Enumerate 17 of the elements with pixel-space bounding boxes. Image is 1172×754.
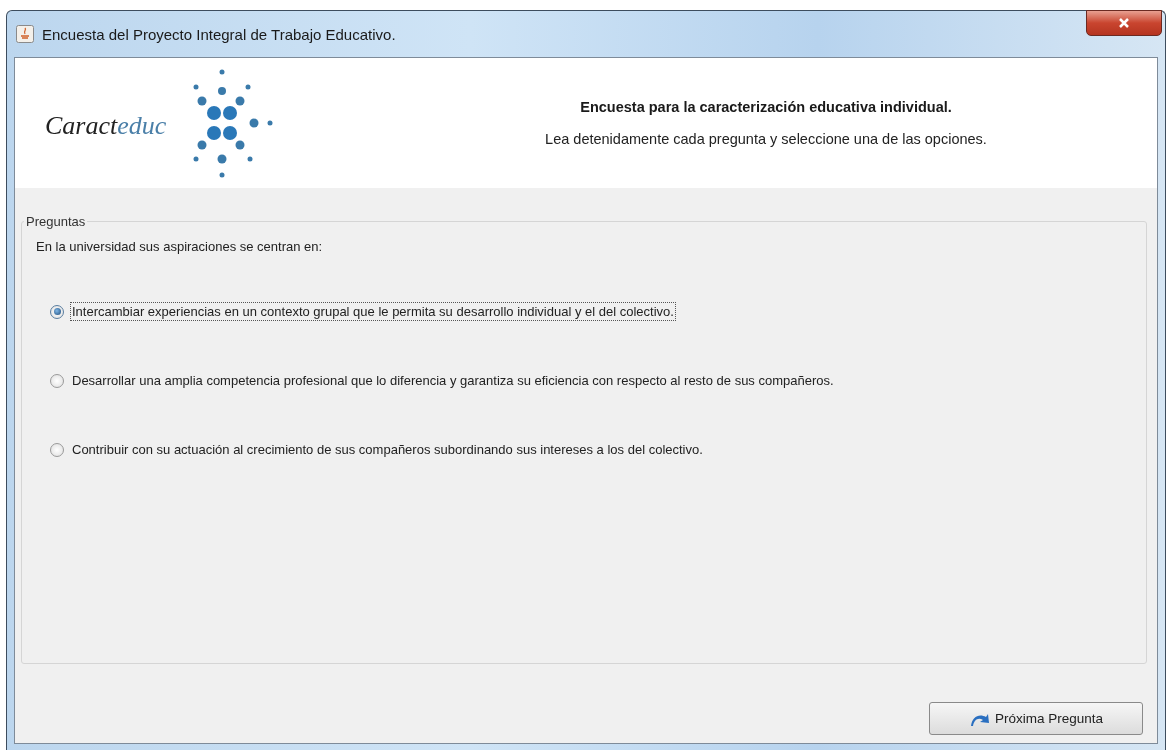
close-button[interactable]	[1086, 10, 1162, 36]
group-title: Preguntas	[25, 214, 87, 229]
radio-button[interactable]	[50, 304, 64, 319]
next-question-button[interactable]: Próxima Pregunta	[929, 702, 1143, 735]
app-icon	[16, 25, 34, 43]
radio-button[interactable]	[50, 373, 64, 388]
option-label[interactable]: Desarrollar una amplia competencia profesional que lo diferencia y garantiza su eficiencia con respecto al resto de sus compañeros.	[70, 371, 836, 390]
option-label[interactable]: Contribuir con su actuación al crecimiento de sus compañeros subordinando sus intereses a los del colectivo.	[70, 440, 705, 459]
question-text: En la universidad sus aspiraciones se centran en:	[36, 239, 324, 254]
option-label[interactable]: Intercambiar experiencias en un contexto grupal que le permita su desarrollo individual y el del colectivo.	[70, 302, 676, 321]
logo-text: Caract	[45, 111, 118, 140]
header-subtitle: Lea detenidamente cada pregunta y seleccione una de las opciones.	[545, 131, 987, 147]
close-icon	[1117, 17, 1131, 29]
header-title: Encuesta para la caracterización educativa individual.	[580, 99, 952, 115]
radio-button[interactable]	[50, 442, 64, 457]
logo-text: educ	[117, 111, 167, 140]
window-title: Encuesta del Proyecto Integral de Trabajo Educativo.	[42, 25, 396, 43]
